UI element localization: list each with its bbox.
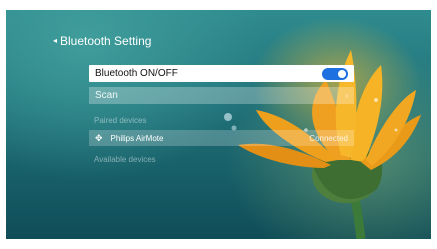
page-title[interactable]: ◂ Bluetooth Setting bbox=[53, 34, 151, 48]
bluetooth-toggle-switch[interactable] bbox=[322, 67, 348, 80]
bluetooth-toggle-row[interactable]: Bluetooth ON/OFF bbox=[89, 65, 354, 82]
device-name: Philips AirMote bbox=[110, 133, 164, 143]
available-devices-heading: Available devices bbox=[94, 155, 156, 164]
chevron-right-icon: › bbox=[345, 91, 348, 100]
bluetooth-toggle-label: Bluetooth ON/OFF bbox=[95, 68, 178, 79]
bluetooth-device-icon: ✥ bbox=[95, 132, 103, 143]
scan-label: Scan bbox=[95, 90, 118, 101]
paired-device-item[interactable]: ✥ Philips AirMote Connected bbox=[89, 130, 354, 146]
projector-screen: ◂ Bluetooth Setting Bluetooth ON/OFF Sca… bbox=[6, 10, 431, 239]
back-chevron-icon[interactable]: ◂ bbox=[53, 35, 57, 47]
toggle-knob bbox=[338, 69, 346, 78]
device-status: Connected bbox=[309, 133, 348, 143]
paired-devices-heading: Paired devices bbox=[94, 116, 147, 125]
scan-row[interactable]: Scan › bbox=[89, 87, 354, 104]
page-title-label: Bluetooth Setting bbox=[60, 34, 152, 48]
